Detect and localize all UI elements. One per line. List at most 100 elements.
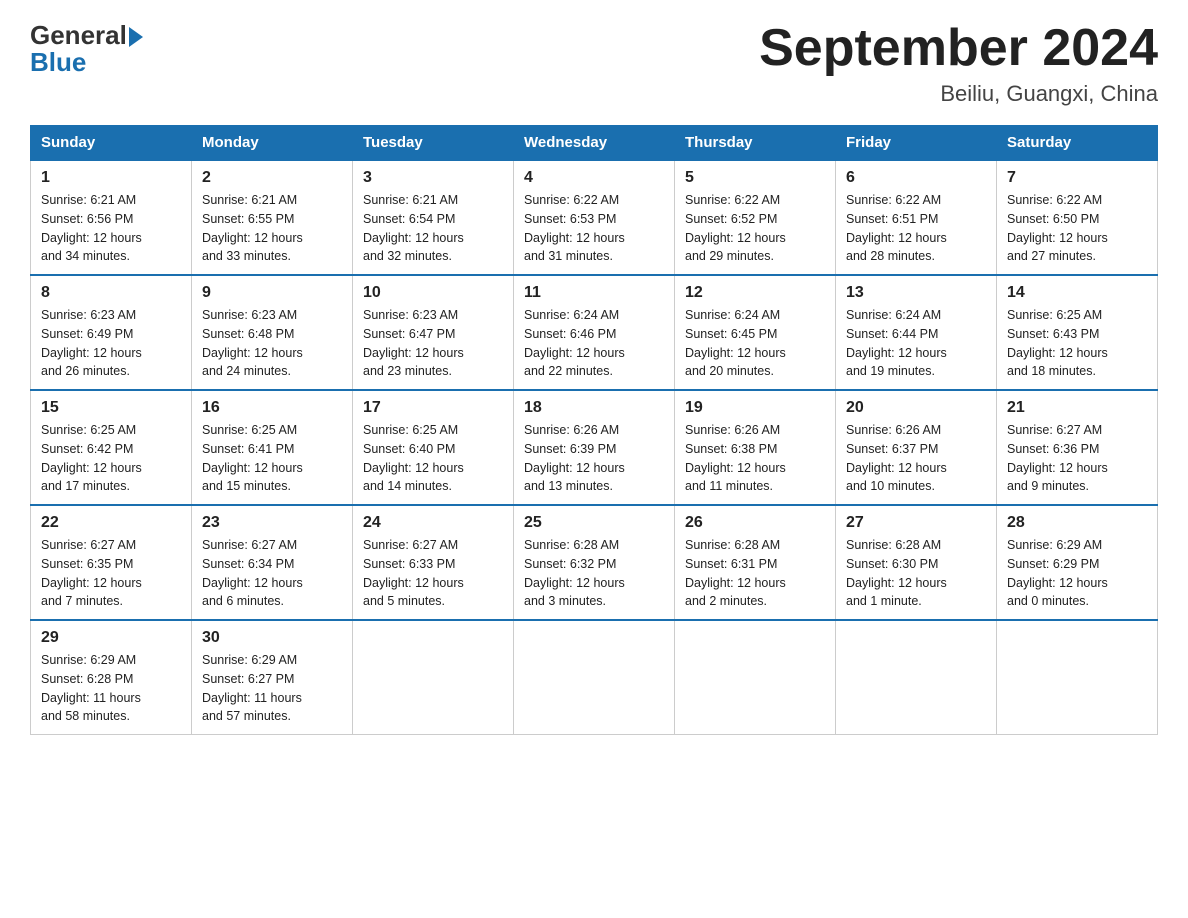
day-info: Sunrise: 6:25 AMSunset: 6:41 PMDaylight:… (202, 421, 342, 496)
calendar-cell: 6 Sunrise: 6:22 AMSunset: 6:51 PMDaylight… (836, 160, 997, 275)
day-number: 27 (846, 514, 986, 532)
calendar-week-row: 1 Sunrise: 6:21 AMSunset: 6:56 PMDaylight… (31, 160, 1158, 275)
calendar-cell: 8 Sunrise: 6:23 AMSunset: 6:49 PMDaylight… (31, 275, 192, 390)
day-number: 26 (685, 514, 825, 532)
calendar-cell: 5 Sunrise: 6:22 AMSunset: 6:52 PMDaylight… (675, 160, 836, 275)
day-number: 1 (41, 169, 181, 187)
day-number: 6 (846, 169, 986, 187)
day-info: Sunrise: 6:29 AMSunset: 6:28 PMDaylight:… (41, 651, 181, 726)
calendar-cell (353, 620, 514, 735)
day-number: 30 (202, 629, 342, 647)
calendar-cell: 13Sunrise: 6:24 AMSunset: 6:44 PMDayligh… (836, 275, 997, 390)
day-number: 28 (1007, 514, 1147, 532)
calendar-cell: 30Sunrise: 6:29 AMSunset: 6:27 PMDayligh… (192, 620, 353, 735)
calendar-week-row: 15Sunrise: 6:25 AMSunset: 6:42 PMDayligh… (31, 390, 1158, 505)
calendar-cell: 17 Sunrise: 6:25 AMSunset: 6:40 PMDayligh… (353, 390, 514, 505)
day-info: Sunrise: 6:22 AMSunset: 6:52 PMDaylight:… (685, 191, 825, 266)
day-number: 4 (524, 169, 664, 187)
calendar-cell: 18 Sunrise: 6:26 AMSunset: 6:39 PMDayligh… (514, 390, 675, 505)
day-info: Sunrise: 6:21 AMSunset: 6:56 PMDaylight:… (41, 191, 181, 266)
calendar-cell: 29 Sunrise: 6:29 AMSunset: 6:28 PMDayligh… (31, 620, 192, 735)
weekday-header-thursday: Thursday (675, 126, 836, 161)
day-info: Sunrise: 6:26 AMSunset: 6:39 PMDaylight:… (524, 421, 664, 496)
day-number: 3 (363, 169, 503, 187)
calendar-header-row: SundayMondayTuesdayWednesdayThursdayFrid… (31, 126, 1158, 161)
day-info: Sunrise: 6:22 AMSunset: 6:53 PMDaylight:… (524, 191, 664, 266)
day-info: Sunrise: 6:22 AMSunset: 6:51 PMDaylight:… (846, 191, 986, 266)
day-number: 17 (363, 399, 503, 417)
calendar-cell: 7Sunrise: 6:22 AMSunset: 6:50 PMDaylight… (997, 160, 1158, 275)
calendar-cell: 16 Sunrise: 6:25 AMSunset: 6:41 PMDayligh… (192, 390, 353, 505)
logo: General Blue (30, 20, 143, 78)
day-info: Sunrise: 6:26 AMSunset: 6:38 PMDaylight:… (685, 421, 825, 496)
calendar-week-row: 22Sunrise: 6:27 AMSunset: 6:35 PMDayligh… (31, 505, 1158, 620)
weekday-header-saturday: Saturday (997, 126, 1158, 161)
calendar-cell: 25 Sunrise: 6:28 AMSunset: 6:32 PMDayligh… (514, 505, 675, 620)
day-number: 23 (202, 514, 342, 532)
day-info: Sunrise: 6:27 AMSunset: 6:33 PMDaylight:… (363, 536, 503, 611)
day-number: 5 (685, 169, 825, 187)
day-info: Sunrise: 6:23 AMSunset: 6:49 PMDaylight:… (41, 306, 181, 381)
day-info: Sunrise: 6:24 AMSunset: 6:45 PMDaylight:… (685, 306, 825, 381)
calendar-cell: 12 Sunrise: 6:24 AMSunset: 6:45 PMDayligh… (675, 275, 836, 390)
calendar-cell: 11Sunrise: 6:24 AMSunset: 6:46 PMDayligh… (514, 275, 675, 390)
calendar-cell: 28 Sunrise: 6:29 AMSunset: 6:29 PMDayligh… (997, 505, 1158, 620)
calendar-cell: 1 Sunrise: 6:21 AMSunset: 6:56 PMDaylight… (31, 160, 192, 275)
day-info: Sunrise: 6:26 AMSunset: 6:37 PMDaylight:… (846, 421, 986, 496)
day-number: 29 (41, 629, 181, 647)
calendar-week-row: 29 Sunrise: 6:29 AMSunset: 6:28 PMDayligh… (31, 620, 1158, 735)
logo-triangle-icon (129, 27, 143, 47)
calendar-cell: 14 Sunrise: 6:25 AMSunset: 6:43 PMDayligh… (997, 275, 1158, 390)
day-number: 21 (1007, 399, 1147, 417)
calendar-cell (997, 620, 1158, 735)
page-header: General Blue September 2024 Beiliu, Guan… (30, 20, 1158, 107)
calendar-cell: 9 Sunrise: 6:23 AMSunset: 6:48 PMDaylight… (192, 275, 353, 390)
day-number: 12 (685, 284, 825, 302)
day-number: 8 (41, 284, 181, 302)
calendar-cell: 4 Sunrise: 6:22 AMSunset: 6:53 PMDaylight… (514, 160, 675, 275)
day-info: Sunrise: 6:28 AMSunset: 6:32 PMDaylight:… (524, 536, 664, 611)
day-number: 14 (1007, 284, 1147, 302)
title-block: September 2024 Beiliu, Guangxi, China (759, 20, 1158, 107)
day-info: Sunrise: 6:29 AMSunset: 6:29 PMDaylight:… (1007, 536, 1147, 611)
day-info: Sunrise: 6:21 AMSunset: 6:55 PMDaylight:… (202, 191, 342, 266)
calendar-cell: 19 Sunrise: 6:26 AMSunset: 6:38 PMDayligh… (675, 390, 836, 505)
calendar-cell: 23 Sunrise: 6:27 AMSunset: 6:34 PMDayligh… (192, 505, 353, 620)
weekday-header-sunday: Sunday (31, 126, 192, 161)
calendar-cell (675, 620, 836, 735)
day-number: 18 (524, 399, 664, 417)
day-number: 20 (846, 399, 986, 417)
calendar-week-row: 8 Sunrise: 6:23 AMSunset: 6:49 PMDaylight… (31, 275, 1158, 390)
location-subtitle: Beiliu, Guangxi, China (759, 81, 1158, 107)
day-number: 10 (363, 284, 503, 302)
calendar-cell: 26 Sunrise: 6:28 AMSunset: 6:31 PMDayligh… (675, 505, 836, 620)
day-info: Sunrise: 6:28 AMSunset: 6:31 PMDaylight:… (685, 536, 825, 611)
day-number: 11 (524, 284, 664, 302)
day-info: Sunrise: 6:23 AMSunset: 6:48 PMDaylight:… (202, 306, 342, 381)
day-number: 19 (685, 399, 825, 417)
calendar-table: SundayMondayTuesdayWednesdayThursdayFrid… (30, 125, 1158, 735)
day-number: 16 (202, 399, 342, 417)
day-info: Sunrise: 6:25 AMSunset: 6:43 PMDaylight:… (1007, 306, 1147, 381)
day-info: Sunrise: 6:25 AMSunset: 6:42 PMDaylight:… (41, 421, 181, 496)
weekday-header-friday: Friday (836, 126, 997, 161)
calendar-cell: 15Sunrise: 6:25 AMSunset: 6:42 PMDayligh… (31, 390, 192, 505)
logo-blue-text: Blue (30, 47, 86, 78)
day-number: 2 (202, 169, 342, 187)
day-number: 25 (524, 514, 664, 532)
calendar-cell: 22Sunrise: 6:27 AMSunset: 6:35 PMDayligh… (31, 505, 192, 620)
weekday-header-monday: Monday (192, 126, 353, 161)
day-number: 9 (202, 284, 342, 302)
calendar-cell: 27Sunrise: 6:28 AMSunset: 6:30 PMDayligh… (836, 505, 997, 620)
day-number: 7 (1007, 169, 1147, 187)
day-info: Sunrise: 6:27 AMSunset: 6:34 PMDaylight:… (202, 536, 342, 611)
calendar-cell: 2 Sunrise: 6:21 AMSunset: 6:55 PMDaylight… (192, 160, 353, 275)
day-number: 13 (846, 284, 986, 302)
day-number: 24 (363, 514, 503, 532)
calendar-cell (514, 620, 675, 735)
day-info: Sunrise: 6:25 AMSunset: 6:40 PMDaylight:… (363, 421, 503, 496)
calendar-cell (836, 620, 997, 735)
day-number: 22 (41, 514, 181, 532)
weekday-header-tuesday: Tuesday (353, 126, 514, 161)
weekday-header-wednesday: Wednesday (514, 126, 675, 161)
